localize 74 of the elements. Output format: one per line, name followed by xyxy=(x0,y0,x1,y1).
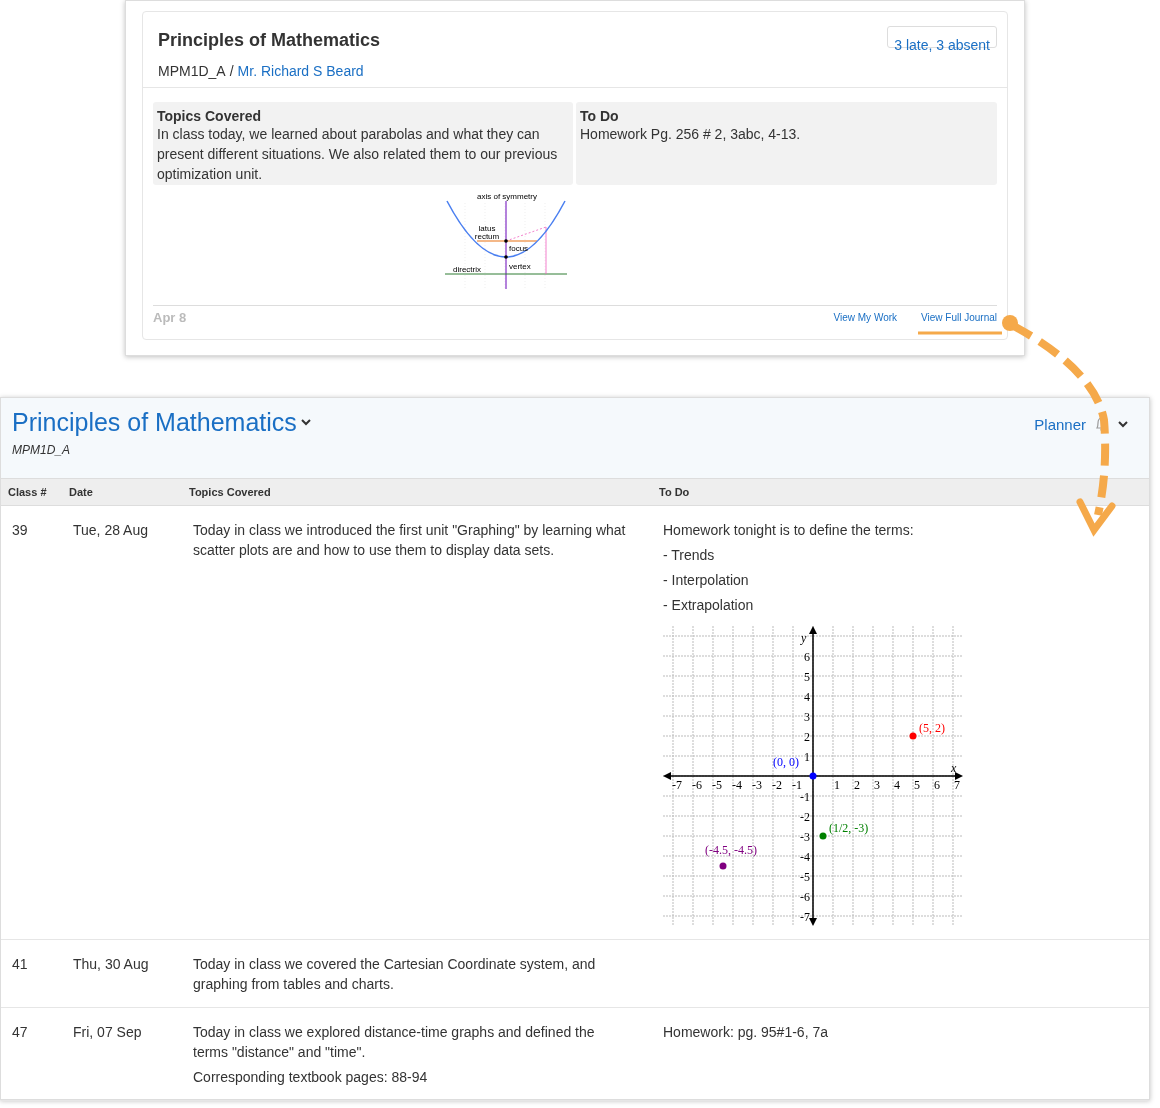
x-tick-label: -7 xyxy=(672,778,682,792)
x-tick-label: 4 xyxy=(894,778,900,792)
y-tick-label: -6 xyxy=(800,890,810,904)
journal-title: Principles of Mathematics xyxy=(12,408,297,437)
x-tick-label: -3 xyxy=(752,778,762,792)
y-tick-label: 6 xyxy=(804,650,810,664)
y-tick-label: -5 xyxy=(800,870,810,884)
x-tick-label: -4 xyxy=(732,778,742,792)
teacher-link[interactable]: Mr. Richard S Beard xyxy=(237,63,364,79)
todo-heading: To Do xyxy=(580,108,620,124)
course-title: Principles of Mathematics xyxy=(158,30,381,51)
topics-text: In class today, we learned about parabolas and what they can present different situations. We also related them to our previous optimization unit. xyxy=(157,125,559,184)
x-axis-label: x xyxy=(951,761,957,775)
topic-text: Today in class we explored distance-time graphs and defined the terms "distance" and "time". xyxy=(193,1023,596,1062)
x-tick-label: -2 xyxy=(772,778,782,792)
column-header: Topics Covered xyxy=(188,486,272,498)
chevron-down-icon[interactable] xyxy=(300,419,311,426)
x-tick-label: -1 xyxy=(792,778,802,792)
y-tick-label: -3 xyxy=(800,830,810,844)
todo-text: - Interpolation xyxy=(663,571,750,590)
y-tick-label: 3 xyxy=(804,710,810,724)
y-tick-label: 1 xyxy=(804,750,810,764)
x-tick-label: 1 xyxy=(834,778,840,792)
point-label: (-4.5, -4.5) xyxy=(705,843,757,857)
course-code: MPM1D_A xyxy=(158,63,226,79)
diagram-label: focus xyxy=(509,244,529,253)
class-number: 41 xyxy=(11,955,29,974)
class-number: 47 xyxy=(11,1023,29,1042)
entry-date: Fri, 07 Sep xyxy=(72,1023,143,1042)
todo-text: Homework Pg. 256 # 2, 3abc, 4-13. xyxy=(580,125,802,144)
y-tick-label: 2 xyxy=(804,730,810,744)
separator: / xyxy=(229,63,234,79)
y-axis-label: y xyxy=(801,631,807,645)
y-tick-label: 4 xyxy=(804,690,810,704)
point-label: (1/2, -3) xyxy=(829,821,869,835)
x-tick-label: -6 xyxy=(692,778,702,792)
topic-text: Today in class we covered the Cartesian Coordinate system, and graphing from tables and charts. xyxy=(193,955,597,994)
x-tick-label: 2 xyxy=(854,778,860,792)
y-tick-label: -2 xyxy=(800,810,810,824)
todo-text: Homework: pg. 95#1-6, 7a xyxy=(663,1023,829,1042)
chevron-down-icon[interactable] xyxy=(1118,420,1128,428)
diagram-label: rectum xyxy=(474,232,500,241)
x-tick-label: 5 xyxy=(914,778,920,792)
class-number: 39 xyxy=(11,521,29,540)
column-header: Class # xyxy=(7,486,48,498)
column-header: To Do xyxy=(658,486,691,498)
topics-heading: Topics Covered xyxy=(157,108,262,124)
planner-link[interactable]: Planner xyxy=(1034,415,1086,433)
x-tick-label: -5 xyxy=(712,778,722,792)
todo-text: - Extrapolation xyxy=(663,596,755,615)
y-tick-label: 5 xyxy=(804,670,810,684)
y-tick-label: -1 xyxy=(800,790,810,804)
journal-link[interactable]: View Full Journal xyxy=(921,312,997,323)
topic-text: Corresponding textbook pages: 88-94 xyxy=(193,1068,429,1087)
x-tick-label: 6 xyxy=(934,778,940,792)
journal-link[interactable]: View My Work xyxy=(833,312,898,323)
entry-date: Thu, 30 Aug xyxy=(72,955,150,974)
entry-date: Apr 8 xyxy=(153,310,188,325)
point-label: (5, 2) xyxy=(919,721,945,735)
todo-text: Homework tonight is to define the terms: xyxy=(663,521,915,540)
y-tick-label: -4 xyxy=(800,850,810,864)
topic-text: Today in class we introduced the first unit "Graphing" by learning what scatter plots are and how to use them to display data sets. xyxy=(193,521,627,560)
todo-text: - Trends xyxy=(663,546,716,565)
column-header: Date xyxy=(68,486,94,498)
entry-date: Tue, 28 Aug xyxy=(72,521,149,540)
diagram-label: axis of symmetry xyxy=(477,192,537,201)
diagram-label: vertex xyxy=(509,262,531,271)
point-label: (0, 0) xyxy=(773,755,799,769)
course-code: MPM1D_A xyxy=(12,443,71,457)
y-tick-label: -7 xyxy=(800,910,810,924)
diagram-label: latus xyxy=(478,224,496,233)
x-tick-label: 3 xyxy=(874,778,880,792)
x-tick-label: 7 xyxy=(954,778,960,792)
diagram-label: directrix xyxy=(453,265,481,274)
